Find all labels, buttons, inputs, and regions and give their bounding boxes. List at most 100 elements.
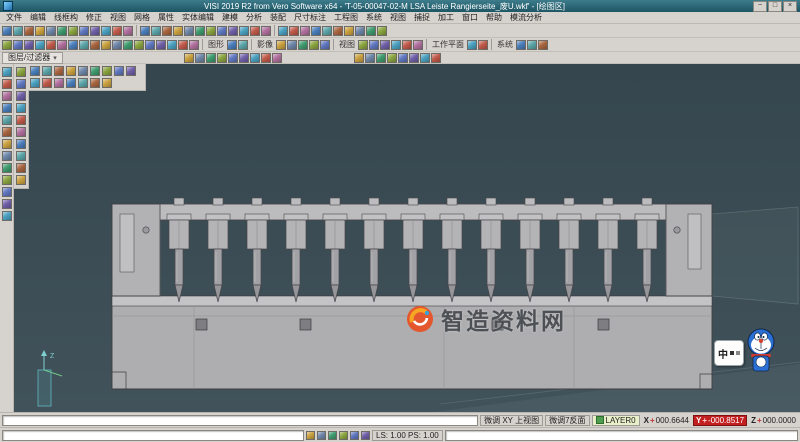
toolbar-icon[interactable] xyxy=(16,139,26,149)
toolbar-icon[interactable] xyxy=(30,66,40,76)
menu-item-17[interactable]: 窗口 xyxy=(458,12,482,23)
prompt-field[interactable] xyxy=(2,415,478,426)
toolbar-icon[interactable] xyxy=(16,127,26,137)
toolbar-icon[interactable] xyxy=(30,78,40,88)
toolbar-icon[interactable] xyxy=(66,78,76,88)
toolbar-icon[interactable] xyxy=(380,40,390,50)
toolbar-icon[interactable] xyxy=(57,40,67,50)
toolbar-icon[interactable] xyxy=(90,78,100,88)
toolbar-icon[interactable] xyxy=(173,26,183,36)
toolbar-icon[interactable] xyxy=(306,431,315,440)
toolbar-icon[interactable] xyxy=(2,127,12,137)
toolbar-icon[interactable] xyxy=(90,66,100,76)
toolbar-icon[interactable] xyxy=(287,40,297,50)
toolbar-icon[interactable] xyxy=(276,40,286,50)
toolbar-icon[interactable] xyxy=(46,26,56,36)
toolbar-icon[interactable] xyxy=(123,40,133,50)
toolbar-icon[interactable] xyxy=(178,40,188,50)
toolbar-icon[interactable] xyxy=(2,26,12,36)
toolbar-icon[interactable] xyxy=(402,40,412,50)
toolbar-icon[interactable] xyxy=(300,26,310,36)
toolbar-icon[interactable] xyxy=(42,66,52,76)
toolbar-icon[interactable] xyxy=(311,26,321,36)
toolbar-icon[interactable] xyxy=(35,40,45,50)
toolbar-icon[interactable] xyxy=(339,431,348,440)
toolbar-icon[interactable] xyxy=(228,53,238,63)
toolbar-icon[interactable] xyxy=(68,40,78,50)
toolbar-icon[interactable] xyxy=(16,151,26,161)
workplane-indicator[interactable]: 微调7反面 xyxy=(545,415,589,426)
command-input[interactable] xyxy=(2,430,304,441)
toolbar-icon[interactable] xyxy=(227,40,237,50)
toolbar-icon[interactable] xyxy=(239,26,249,36)
menu-item-4[interactable]: 视图 xyxy=(106,12,130,23)
toolbar-icon[interactable] xyxy=(114,66,124,76)
toolbar-icon[interactable] xyxy=(361,431,370,440)
toolbar-icon[interactable] xyxy=(167,40,177,50)
toolbar-icon[interactable] xyxy=(102,66,112,76)
toolbar-icon[interactable] xyxy=(16,91,26,101)
toolbar-icon[interactable] xyxy=(123,26,133,36)
toolbar-icon[interactable] xyxy=(68,26,78,36)
menu-item-12[interactable]: 工程图 xyxy=(330,12,362,23)
menu-item-16[interactable]: 加工 xyxy=(434,12,458,23)
layer-indicator[interactable]: LAYER0 xyxy=(592,415,640,426)
menu-item-0[interactable]: 文件 xyxy=(2,12,26,23)
toolbar-icon[interactable] xyxy=(2,199,12,209)
toolbar-icon[interactable] xyxy=(2,139,12,149)
toolbar-icon[interactable] xyxy=(250,53,260,63)
toolbar-icon[interactable] xyxy=(309,40,319,50)
toolbar-icon[interactable] xyxy=(2,103,12,113)
toolbar-icon[interactable] xyxy=(54,66,64,76)
toolbar-icon[interactable] xyxy=(289,26,299,36)
toolbar-icon[interactable] xyxy=(376,53,386,63)
toolbar-icon[interactable] xyxy=(350,431,359,440)
toolbar-icon[interactable] xyxy=(156,40,166,50)
close-button[interactable]: × xyxy=(783,1,797,12)
toolbar-icon[interactable] xyxy=(278,26,288,36)
toolbar-icon[interactable] xyxy=(126,66,136,76)
toolbar-icon[interactable] xyxy=(13,40,23,50)
toolbar-icon[interactable] xyxy=(2,151,12,161)
toolbar-icon[interactable] xyxy=(2,115,12,125)
toolbar-icon[interactable] xyxy=(261,26,271,36)
viewport-canvas[interactable]: 智造资料网 Z 中 xyxy=(14,64,800,412)
menu-item-8[interactable]: 建模 xyxy=(218,12,242,23)
toolbar-icon[interactable] xyxy=(42,78,52,88)
toolbar-icon[interactable] xyxy=(413,40,423,50)
toolbar-icon[interactable] xyxy=(90,40,100,50)
toolbar-icon[interactable] xyxy=(90,26,100,36)
toolbar-icon[interactable] xyxy=(16,103,26,113)
toolbar-icon[interactable] xyxy=(66,66,76,76)
toolbar-icon[interactable] xyxy=(431,53,441,63)
toolbar-icon[interactable] xyxy=(16,67,26,77)
toolbar-icon[interactable] xyxy=(344,26,354,36)
menu-item-19[interactable]: 模流分析 xyxy=(506,12,546,23)
toolbar-icon[interactable] xyxy=(2,211,12,221)
toolbar-icon[interactable] xyxy=(238,40,248,50)
toolbar-icon[interactable] xyxy=(239,53,249,63)
toolbar-icon[interactable] xyxy=(365,53,375,63)
toolbar-icon[interactable] xyxy=(13,26,23,36)
toolbar-icon[interactable] xyxy=(398,53,408,63)
toolbar-icon[interactable] xyxy=(369,40,379,50)
toolbar-icon[interactable] xyxy=(250,26,260,36)
toolbar-icon[interactable] xyxy=(57,26,67,36)
toolbar-icon[interactable] xyxy=(228,26,238,36)
toolbar-icon[interactable] xyxy=(355,26,365,36)
toolbar-icon[interactable] xyxy=(54,78,64,88)
toolbar-icon[interactable] xyxy=(317,431,326,440)
scale-indicator[interactable]: LS: 1.00 PS: 1.00 xyxy=(372,430,443,441)
toolbar-icon[interactable] xyxy=(145,40,155,50)
toolbar-icon[interactable] xyxy=(516,40,526,50)
menu-item-2[interactable]: 线框构 xyxy=(50,12,82,23)
toolbar-icon[interactable] xyxy=(16,115,26,125)
menu-item-15[interactable]: 捕捉 xyxy=(410,12,434,23)
toolbar-icon[interactable] xyxy=(151,26,161,36)
toolbar-icon[interactable] xyxy=(217,53,227,63)
toolbar-icon[interactable] xyxy=(387,53,397,63)
toolbar-icon[interactable] xyxy=(2,187,12,197)
toolbar-icon[interactable] xyxy=(101,26,111,36)
menu-item-13[interactable]: 系统 xyxy=(362,12,386,23)
toolbar-icon[interactable] xyxy=(24,26,34,36)
